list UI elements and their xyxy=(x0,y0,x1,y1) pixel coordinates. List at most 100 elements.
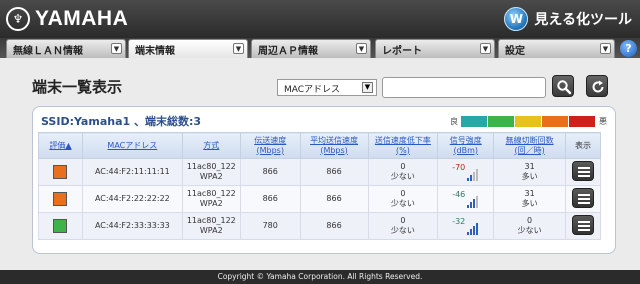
search-field-select[interactable]: MACアドレス ▼ xyxy=(277,79,377,96)
chevron-down-icon[interactable]: ▼ xyxy=(600,43,611,54)
signal-cell: -32 xyxy=(437,212,495,240)
tab-nearby-ap-info[interactable]: 周辺ＡＰ情報 ▼ xyxy=(251,39,371,58)
drop-rate-cell: 0 少ない xyxy=(367,158,439,186)
refresh-button[interactable] xyxy=(586,75,608,97)
detail-list-button[interactable] xyxy=(571,160,594,181)
mac-cell: AC:44:F2:22:22:22 xyxy=(81,185,183,213)
tab-wireless-lan-info[interactable]: 無線ＬＡＮ情報 ▼ xyxy=(6,39,126,58)
mode-cell: 11ac80_122 WPA2 xyxy=(181,212,241,240)
signal-value: -32 xyxy=(452,217,466,226)
tab-terminal-info[interactable]: 端末情報 ▼ xyxy=(128,39,248,58)
display-cell xyxy=(564,185,602,213)
sort-by-disconnect-header[interactable]: 無線切断回数 (回／時) xyxy=(493,132,566,159)
search-input[interactable] xyxy=(382,77,546,98)
disconnect-value: 0 xyxy=(527,216,533,225)
rate-cell: 866 xyxy=(239,185,301,213)
legend-bad-label: 悪 xyxy=(599,116,607,126)
drop-rate-cell: 0 少ない xyxy=(367,185,439,213)
legend-swatch xyxy=(569,115,595,127)
tool-brand: W 見える化ツール xyxy=(504,6,632,32)
drop-rate-label: 少ない xyxy=(390,172,415,181)
chevron-down-icon[interactable]: ▼ xyxy=(233,43,244,54)
display-header: 表示 xyxy=(564,132,602,159)
rating-indicator xyxy=(53,192,68,206)
footer: Copyright © Yamaha Corporation. All Righ… xyxy=(0,270,640,284)
top-bar: ♆ YAMAHA W 見える化ツール xyxy=(0,0,640,38)
sort-by-rate-header[interactable]: 伝送速度 (Mbps) xyxy=(239,132,301,159)
drop-rate-value: 0 xyxy=(400,162,406,171)
select-value: MACアドレス xyxy=(284,85,341,95)
disconnect-label: 少ない xyxy=(517,226,542,235)
tab-bar: 無線ＬＡＮ情報 ▼ 端末情報 ▼ 周辺ＡＰ情報 ▼ レポート ▼ 設定 ▼ xyxy=(0,38,640,58)
mac-cell: AC:44:F2:11:11:11 xyxy=(81,158,183,186)
display-cell xyxy=(564,212,602,240)
signal-bar xyxy=(473,172,476,181)
tab-settings[interactable]: 設定 ▼ xyxy=(498,39,615,58)
signal-bar xyxy=(470,202,473,208)
disconnect-value: 31 xyxy=(524,162,535,171)
tool-name: 見える化ツール xyxy=(534,12,632,28)
drop-rate-value: 0 xyxy=(400,216,406,225)
signal-bar xyxy=(467,205,470,208)
legend-swatch xyxy=(515,115,541,127)
disconnect-value: 31 xyxy=(524,189,535,198)
signal-bar xyxy=(476,169,479,181)
copyright-text: Copyright © Yamaha Corporation. All Righ… xyxy=(217,272,423,281)
detail-list-button[interactable] xyxy=(571,214,594,235)
panel-title: SSID:Yamaha1 、端末総数:3 xyxy=(41,115,202,128)
disconnect-cell: 0 少ない xyxy=(493,212,566,240)
terminal-list-panel: SSID:Yamaha1 、端末総数:3 良 悪 評価▲ MACアドレス 方式 … xyxy=(32,106,616,254)
signal-cell: -46 xyxy=(437,185,495,213)
signal-bar xyxy=(470,175,473,181)
refresh-icon xyxy=(592,80,604,93)
sort-by-mode-header[interactable]: 方式 xyxy=(181,132,241,159)
rating-cell xyxy=(38,185,83,213)
mode-cell: 11ac80_122 WPA2 xyxy=(181,185,241,213)
legend-swatch xyxy=(461,115,487,127)
disconnect-cell: 31 多い xyxy=(493,185,566,213)
rating-cell xyxy=(38,212,83,240)
wireless-globe-icon: W xyxy=(504,7,529,31)
table-row: AC:44:F2:11:11:11 11ac80_122 WPA2 866 866 0 少… xyxy=(38,158,602,186)
disconnect-label: 多い xyxy=(521,172,538,181)
legend-good-label: 良 xyxy=(450,116,458,126)
legend-swatch xyxy=(542,115,568,127)
signal-bar xyxy=(467,178,470,181)
signal-strength-icon xyxy=(467,223,479,235)
signal-value: -46 xyxy=(452,190,466,199)
chevron-down-icon[interactable]: ▼ xyxy=(480,43,491,54)
chevron-down-icon[interactable]: ▼ xyxy=(356,43,367,54)
search-button[interactable] xyxy=(552,75,574,97)
page-title: 端末一覧表示 xyxy=(32,78,123,96)
brand: ♆ YAMAHA xyxy=(6,6,128,32)
signal-bar xyxy=(473,199,476,208)
tab-report[interactable]: レポート ▼ xyxy=(375,39,495,58)
mac-cell: AC:44:F2:33:33:33 xyxy=(81,212,183,240)
sort-by-rating-header[interactable]: 評価▲ xyxy=(38,132,83,159)
signal-bar xyxy=(476,223,479,235)
sort-by-signal-header[interactable]: 信号強度 (dBm) xyxy=(437,132,495,159)
help-button[interactable]: ? xyxy=(620,40,637,57)
yamaha-logo-icon: ♆ xyxy=(6,7,30,31)
magnifier-icon xyxy=(557,80,572,95)
brand-name: YAMAHA xyxy=(35,7,129,30)
table-header-row: 評価▲ MACアドレス 方式 伝送速度 (Mbps) 平均送信速度 (Mbps)… xyxy=(38,132,602,159)
rate-cell: 780 xyxy=(239,212,301,240)
detail-list-button[interactable] xyxy=(571,187,594,208)
chevron-down-icon[interactable]: ▼ xyxy=(111,43,122,54)
avg-rate-cell: 866 xyxy=(299,158,369,186)
drop-rate-value: 0 xyxy=(400,189,406,198)
sort-by-drop-rate-header[interactable]: 送信速度低下率 (%) xyxy=(367,132,439,159)
sort-by-mac-header[interactable]: MACアドレス xyxy=(81,132,183,159)
avg-rate-cell: 866 xyxy=(299,185,369,213)
disconnect-cell: 31 多い xyxy=(493,158,566,186)
chevron-down-icon: ▼ xyxy=(362,82,373,93)
signal-value: -70 xyxy=(452,163,466,172)
rate-cell: 866 xyxy=(239,158,301,186)
sort-by-avg-rate-header[interactable]: 平均送信速度 (Mbps) xyxy=(299,132,369,159)
signal-strength-icon xyxy=(467,196,479,208)
signal-bar xyxy=(476,196,479,208)
quality-legend: 良 悪 xyxy=(447,115,610,127)
device-table: 評価▲ MACアドレス 方式 伝送速度 (Mbps) 平均送信速度 (Mbps)… xyxy=(38,132,602,240)
signal-bar xyxy=(467,232,470,235)
